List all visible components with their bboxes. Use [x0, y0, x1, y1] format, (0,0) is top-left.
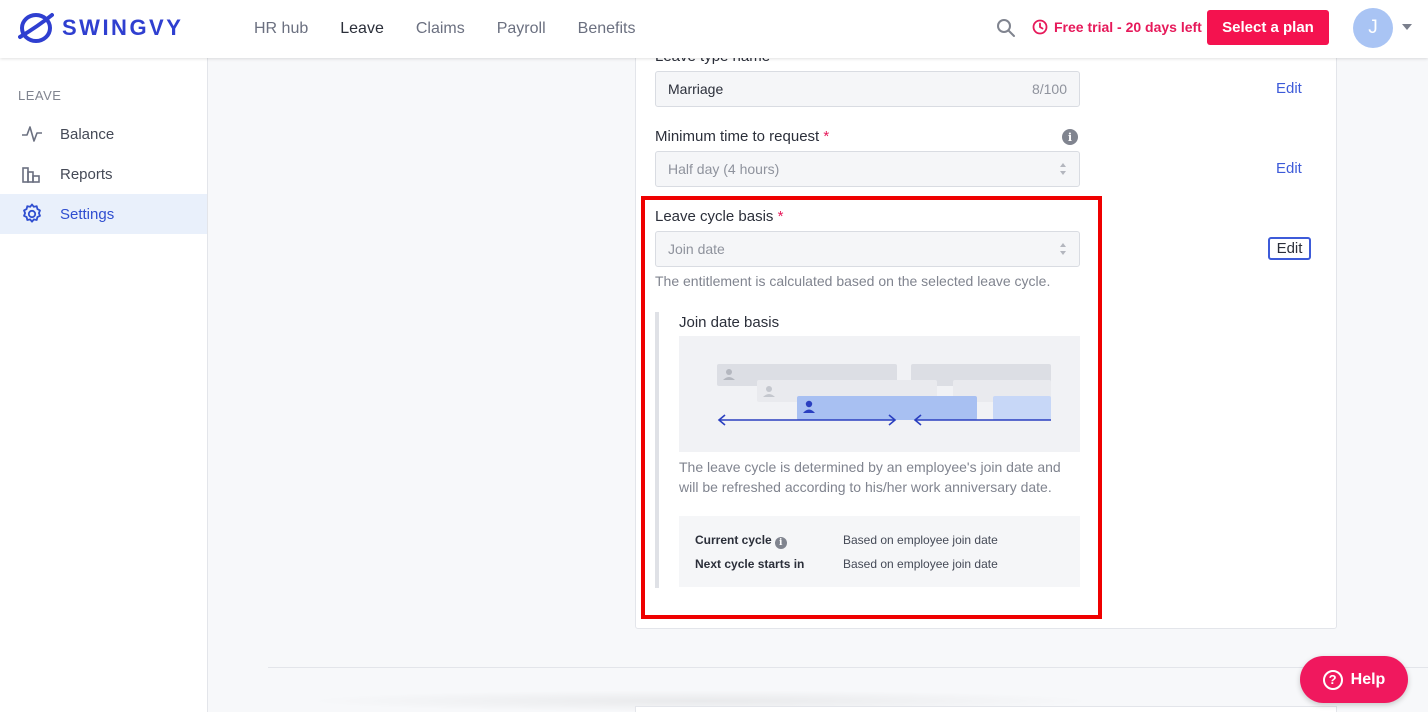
nav-item-payroll[interactable]: Payroll — [497, 20, 546, 38]
nav-item-claims[interactable]: Claims — [416, 20, 465, 38]
current-cycle-label: Current cycle i — [695, 533, 787, 549]
question-icon: ? — [1322, 669, 1343, 690]
leave-cycle-basis-label: Leave cycle basis * — [655, 208, 783, 225]
minimum-time-label: Minimum time to request * — [655, 128, 829, 145]
clock-icon — [1032, 19, 1048, 35]
basis-title: Join date basis — [679, 314, 780, 331]
brand-name: SWINGVY — [62, 15, 184, 40]
section-divider — [268, 667, 1428, 668]
activity-icon — [22, 126, 42, 142]
minimum-time-value: Half day (4 hours) — [668, 161, 780, 177]
select-arrows-icon — [1059, 163, 1067, 175]
gear-icon — [23, 203, 41, 223]
next-cycle-label: Next cycle starts in — [695, 557, 805, 571]
bar-chart-icon — [22, 167, 40, 183]
cycle-timeline-illustration — [717, 356, 1080, 436]
edit-leave-type-name-link[interactable]: Edit — [1276, 80, 1302, 97]
edit-minimum-time-link[interactable]: Edit — [1276, 160, 1302, 177]
nav-item-benefits[interactable]: Benefits — [578, 20, 636, 38]
chevron-down-icon[interactable] — [1402, 24, 1412, 30]
sidebar-item-label: Reports — [60, 165, 113, 183]
sidebar-item-label: Balance — [60, 125, 115, 143]
leave-type-name-value: Marriage — [668, 81, 724, 97]
leave-cycle-basis-select[interactable]: Join date — [655, 231, 1080, 267]
current-cycle-value: Based on employee join date — [843, 533, 998, 547]
main-nav: HR hub Leave Claims Payroll Benefits — [254, 0, 667, 58]
next-section-card — [635, 706, 1337, 712]
search-icon[interactable] — [996, 18, 1016, 38]
select-plan-button[interactable]: Select a plan — [1207, 10, 1329, 45]
sidebar-item-reports[interactable]: Reports — [0, 154, 207, 194]
basis-description: The leave cycle is determined by an empl… — [679, 459, 1061, 495]
required-marker: * — [777, 208, 784, 225]
next-cycle-value: Based on employee join date — [843, 557, 998, 571]
minimum-time-select[interactable]: Half day (4 hours) — [655, 151, 1080, 187]
select-arrows-icon — [1059, 243, 1067, 255]
edit-leave-cycle-basis-button[interactable]: Edit — [1268, 237, 1311, 260]
top-bar: SWINGVY HR hub Leave Claims Payroll Bene… — [0, 0, 1428, 58]
info-icon[interactable]: i — [1062, 129, 1078, 145]
minimum-time-label-text: Minimum time to request — [655, 128, 820, 145]
leave-cycle-basis-label-text: Leave cycle basis — [655, 208, 774, 225]
character-counter: 8/100 — [1031, 81, 1067, 97]
sidebar: LEAVE Balance Reports Settings — [0, 58, 208, 712]
free-trial-text: Free trial - 20 days left — [1054, 19, 1202, 35]
info-icon[interactable]: i — [774, 537, 787, 549]
required-marker: * — [823, 128, 830, 145]
sidebar-section-title: LEAVE — [18, 88, 62, 103]
sidebar-item-label: Settings — [60, 205, 115, 223]
help-button-label: Help — [1350, 670, 1386, 688]
swingvy-logo-icon — [18, 13, 54, 43]
join-date-illustration — [679, 336, 1080, 452]
help-button[interactable]: ? Help — [1300, 656, 1408, 703]
leave-type-name-input[interactable]: Marriage 8/100 — [655, 71, 1080, 107]
sidebar-item-balance[interactable]: Balance — [0, 114, 207, 154]
current-cycle-label-text: Current cycle — [695, 533, 772, 547]
free-trial-indicator[interactable]: Free trial - 20 days left — [1032, 19, 1202, 35]
avatar[interactable]: J — [1353, 8, 1393, 48]
leave-cycle-basis-value: Join date — [668, 241, 725, 257]
cycle-info-box: Current cycle i Based on employee join da… — [679, 516, 1080, 587]
leave-cycle-help-text: The entitlement is calculated based on t… — [655, 273, 1051, 289]
nav-item-leave[interactable]: Leave — [340, 20, 384, 38]
swingvy-logo[interactable]: SWINGVY — [18, 11, 183, 45]
sidebar-item-settings[interactable]: Settings — [0, 194, 207, 234]
nav-item-hr-hub[interactable]: HR hub — [254, 20, 308, 38]
